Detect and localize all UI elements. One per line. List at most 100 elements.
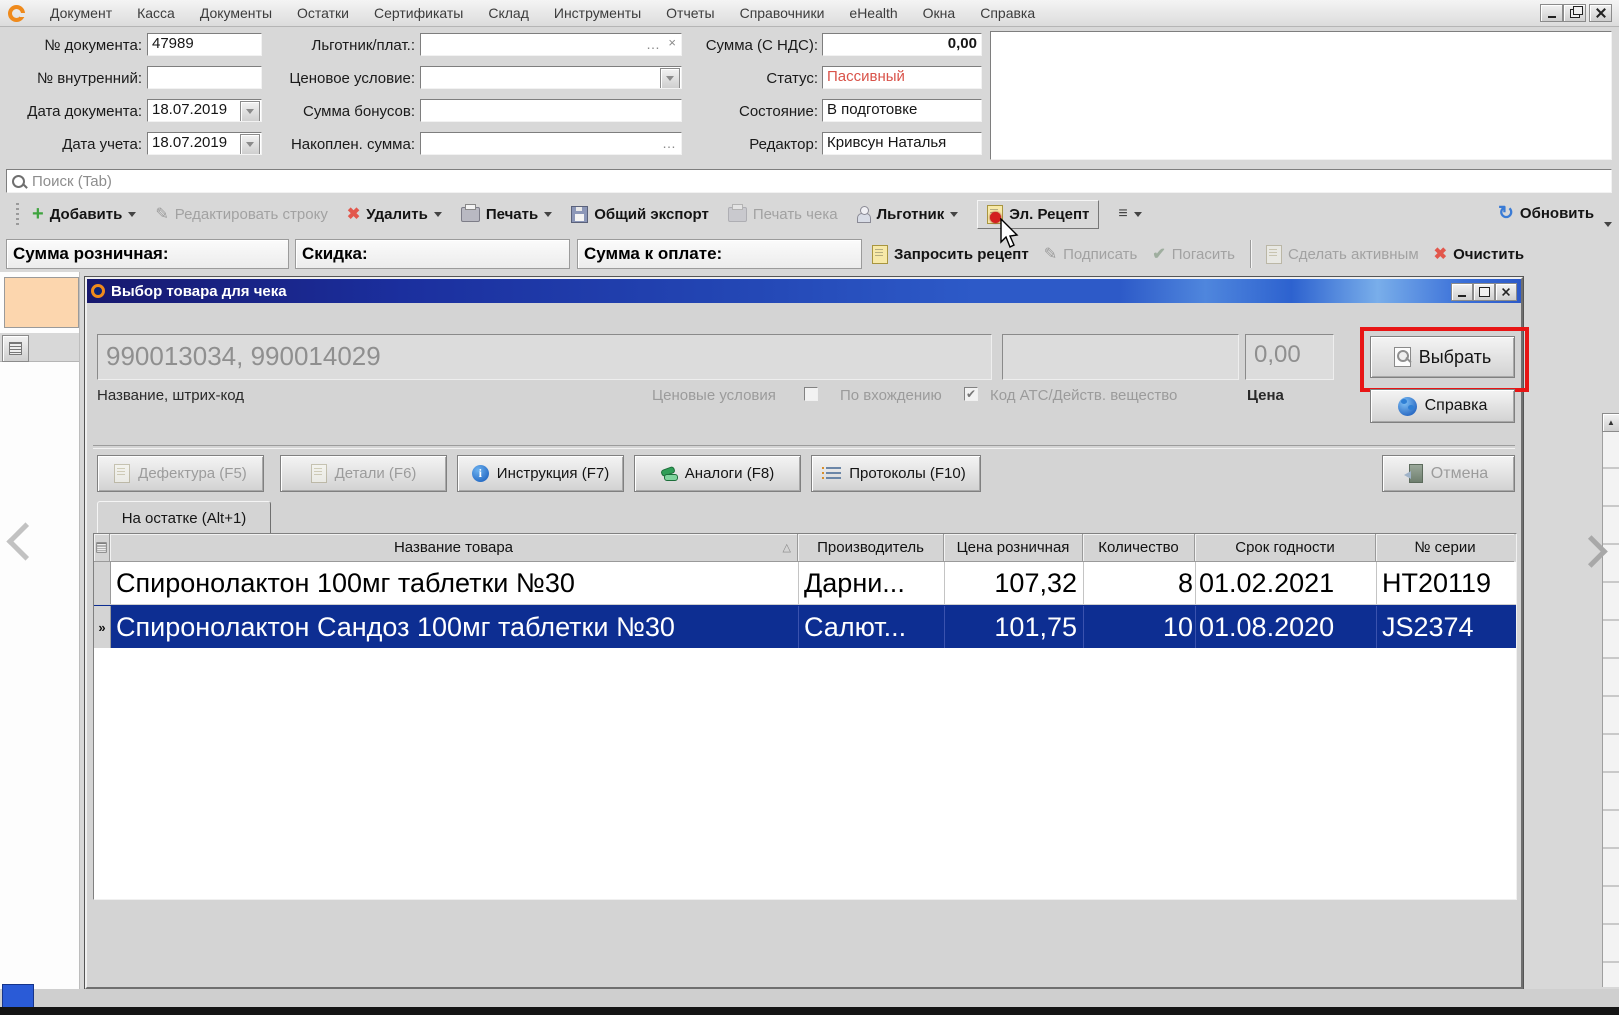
marker-column-header[interactable] [94,534,110,562]
dialog-maximize-button[interactable] [1473,283,1495,301]
table-row-selected[interactable]: » Спиронолактон Сандоз 100мг таблетки №3… [94,605,1516,648]
menu-item-documents[interactable]: Документы [200,5,272,21]
clear-button[interactable]: ✖ Очистить [1434,244,1524,264]
cell-series: JS2374 [1377,606,1515,648]
doc-date-field[interactable]: 18.07.2019 [147,99,262,122]
right-row-strip[interactable] [1602,431,1619,987]
menu-item-spravochniki[interactable]: Справочники [740,5,825,21]
price-condition-label: Ценовое условие: [270,70,415,87]
accumulated-sum-field[interactable]: … [420,132,682,155]
window-restore-button[interactable] [1563,4,1586,22]
help-button[interactable]: Справка [1370,389,1515,423]
internal-number-label: № внутренний: [2,70,142,87]
dialog-close-button[interactable] [1495,283,1517,301]
by-entry-label: По вхождению [840,387,942,404]
menu-item-otchety[interactable]: Отчеты [666,5,714,21]
print-button[interactable]: Печать [461,206,552,223]
minimize-icon [1548,16,1556,18]
column-header-name[interactable]: Название товара △ [110,534,798,562]
menu-item-okna[interactable]: Окна [923,5,956,21]
editor-field: Кривсун Наталья [822,132,982,155]
menu-item-ehealth[interactable]: eHealth [849,5,897,21]
details-button[interactable]: Детали (F6) [280,455,447,492]
refresh-button[interactable]: ↻ Обновить [1498,205,1594,222]
internal-number-field[interactable] [147,66,262,89]
cancel-button[interactable]: Отмена [1382,455,1515,492]
menu-item-instruments[interactable]: Инструменты [554,5,641,21]
window-close-button[interactable] [1589,4,1612,22]
menu-item-ostatki[interactable]: Остатки [297,5,349,21]
accumulated-sum-ellipsis-icon[interactable]: … [662,138,677,148]
tab-on-stock[interactable]: На остатке (Alt+1) [97,501,271,536]
beneficiary-button[interactable]: Льготник [857,205,959,223]
add-button[interactable]: + Добавить [32,206,136,223]
menu-item-spravka[interactable]: Справка [980,5,1035,21]
edit-row-button[interactable]: ✎ Редактировать строку [155,204,327,224]
defect-icon [114,464,130,483]
column-header-price[interactable]: Цена розничная [944,534,1083,562]
protocols-icon [826,467,841,480]
notes-area[interactable] [990,31,1612,160]
sign-button[interactable]: ✎ Подписать [1044,244,1138,264]
instruction-button[interactable]: iИнструкция (F7) [457,455,624,492]
bottom-band [0,989,1619,1007]
print-receipt-button[interactable]: Печать чека [728,206,838,223]
doc-date-dropdown-icon[interactable] [240,101,260,122]
account-date-dropdown-icon[interactable] [240,134,260,155]
atc-code-input[interactable] [1002,334,1239,380]
menu-item-sklad[interactable]: Склад [488,5,529,21]
cell-manufacturer: Дарни... [799,562,945,604]
cell-expiry: 01.08.2020 [1196,606,1377,648]
price-conditions-checkbox[interactable] [804,387,818,401]
table-row[interactable]: Спиронолактон 100мг таблетки №30 Дарни..… [94,562,1516,605]
price-input[interactable]: 0,00 [1245,334,1334,380]
retail-sum-box: Сумма розничная: [6,239,289,269]
analogs-button[interactable]: Аналоги (F8) [634,455,801,492]
left-panel-grid-button[interactable] [2,335,29,362]
delete-button[interactable]: ✖ Удалить [347,204,442,224]
column-header-expiry[interactable]: Срок годности [1195,534,1376,562]
by-entry-checkbox[interactable]: ✔ [964,387,978,401]
make-active-button[interactable]: Сделать активным [1266,245,1419,264]
product-search-input[interactable]: 990013034, 990014029 [97,334,992,380]
menu-item-certificates[interactable]: Сертификаты [374,5,463,21]
list-menu-button[interactable]: ≡ [1118,205,1141,223]
beneficiary-clear-icon[interactable]: × [668,38,677,48]
protocols-button[interactable]: Протоколы (F10) [811,455,981,492]
row-marker-cell [94,562,111,604]
account-date-label: Дата учета: [2,136,142,153]
bonus-sum-field[interactable] [420,99,682,122]
details-icon [311,464,327,483]
status-label: Статус: [703,70,818,87]
window-minimize-button[interactable] [1540,4,1563,22]
menu-item-document[interactable]: Документ [50,5,112,21]
price-condition-field[interactable] [420,66,682,89]
doc-number-field[interactable]: 47989 [147,33,262,56]
column-header-manufacturer[interactable]: Производитель [798,534,944,562]
row-marker-cell: » [94,606,111,648]
scroll-up-button[interactable]: ▲ [1602,413,1619,432]
column-header-series[interactable]: № серии [1376,534,1514,562]
status-field: Пассивный [822,66,982,89]
refresh-dropdown-icon[interactable] [1604,222,1612,227]
dialog-minimize-button[interactable] [1451,283,1473,301]
beneficiary-ellipsis-icon[interactable]: … [646,39,661,49]
redeem-button[interactable]: ✔ Погасить [1152,244,1235,264]
search-bar[interactable]: Поиск (Tab) [6,169,1612,193]
defect-button[interactable]: Дефектура (F5) [97,455,264,492]
editor-label: Редактор: [703,136,818,153]
menu-item-kassa[interactable]: Касса [137,5,175,21]
price-condition-dropdown-icon[interactable] [660,68,680,89]
cell-price: 101,75 [945,606,1084,648]
column-header-quantity[interactable]: Количество [1083,534,1195,562]
account-date-value: 18.07.2019 [152,134,227,151]
bonus-sum-label: Сумма бонусов: [270,103,415,120]
toolbar-drag-handle[interactable] [16,203,19,225]
dialog-title-bar[interactable]: Выбор товара для чека [87,279,1521,303]
atc-code-label: Код АТС/Действ. вещество [990,387,1177,404]
account-date-field[interactable]: 18.07.2019 [147,132,262,155]
beneficiary-field[interactable]: … × [420,33,682,56]
left-panel-peach-cell[interactable] [4,277,79,328]
export-button[interactable]: Общий экспорт [571,206,709,223]
select-button[interactable]: Выбрать [1370,336,1515,378]
